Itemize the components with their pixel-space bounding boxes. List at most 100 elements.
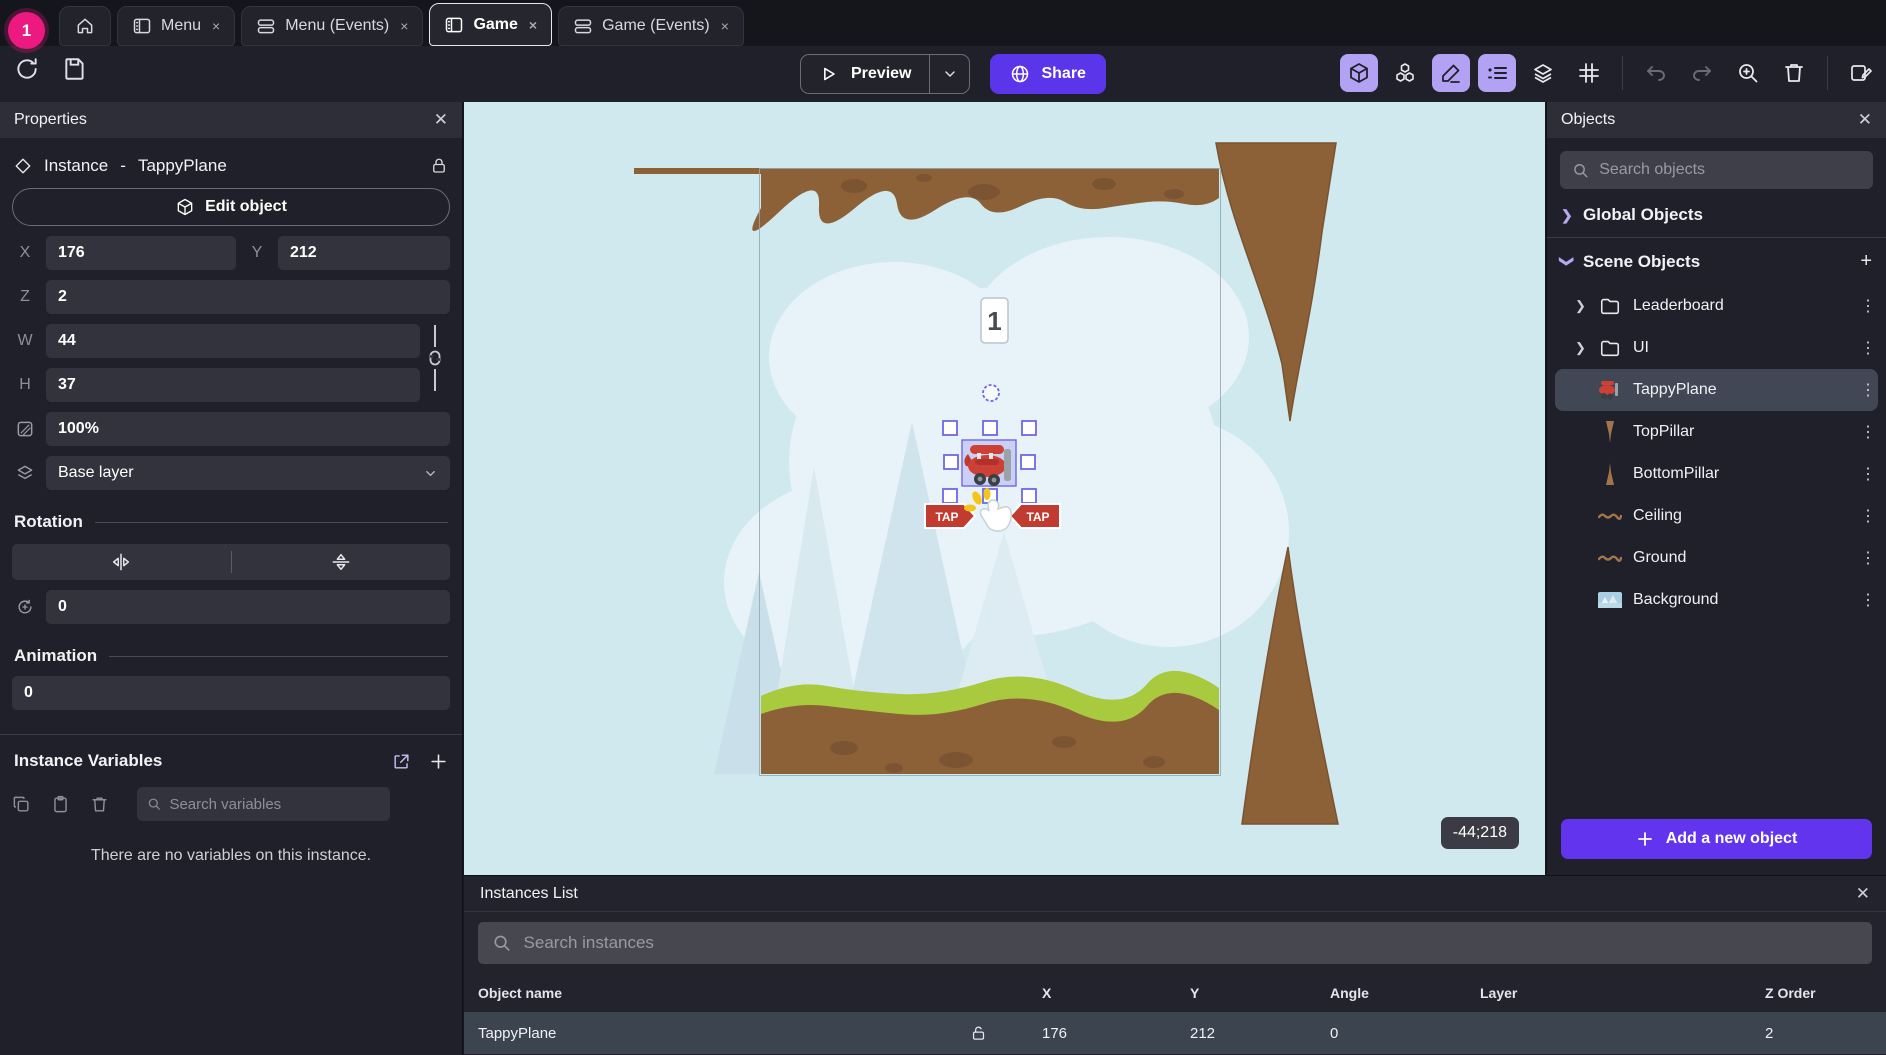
tab-home[interactable] [59,6,111,46]
y-field[interactable] [278,236,450,270]
preview-button[interactable]: Preview [800,54,970,94]
grid-button[interactable] [1570,54,1608,92]
instances-table-header: Object name X Y Angle Layer Z Order [464,974,1886,1012]
instance-name-cell: TappyPlane [478,1025,970,1042]
object-menu-button[interactable]: ⋮ [1860,380,1876,400]
save-button[interactable] [62,56,88,82]
add-new-object-button[interactable]: Add a new object [1561,819,1872,859]
tab-menu-events[interactable]: Menu (Events) × [241,6,423,46]
lock-icon [430,157,448,175]
instance-variables-title: Instance Variables [14,751,162,771]
object-menu-button[interactable]: ⋮ [1860,548,1876,568]
delete-variable-button[interactable] [90,795,109,814]
object-row-toppillar[interactable]: TopPillar ⋮ [1547,411,1886,453]
plane-thumbnail-icon [1597,379,1623,401]
col-x[interactable]: X [1042,985,1190,1001]
toolbar-separator [1622,56,1623,90]
close-objects-button[interactable]: ✕ [1858,110,1872,130]
object-menu-button[interactable]: ⋮ [1860,590,1876,610]
undo-button[interactable] [1637,54,1675,92]
unlock-icon[interactable] [970,1025,1042,1042]
global-objects-group[interactable]: ❯ Global Objects [1547,193,1886,237]
object-row-leaderboard[interactable]: ❯ Leaderboard ⋮ [1547,285,1886,327]
object-menu-button[interactable]: ⋮ [1860,464,1876,484]
object-row-tappyplane[interactable]: TappyPlane ⋮ [1555,369,1878,411]
layers-button[interactable] [1524,54,1562,92]
height-field[interactable] [46,368,420,402]
close-instances-list-button[interactable]: ✕ [1856,884,1870,904]
flip-vertical-button[interactable] [232,551,451,573]
object-menu-button[interactable]: ⋮ [1860,296,1876,316]
close-properties-button[interactable]: ✕ [434,110,448,130]
instance-diamond-icon [14,157,32,175]
scene-edit-icon [1849,61,1873,85]
flip-horizontal-button[interactable] [12,551,231,573]
tab-game[interactable]: Game × [429,3,552,46]
x-field[interactable] [46,236,236,270]
flip-vertical-icon [330,551,352,573]
layer-select[interactable] [46,456,450,490]
paste-variable-button[interactable] [51,795,70,814]
lock-instance-button[interactable] [430,157,448,175]
instances-list-title: Instances List [480,885,578,903]
add-variable-button[interactable] [429,752,448,771]
object-menu-button[interactable]: ⋮ [1860,506,1876,526]
tab-close-icon[interactable]: × [721,18,729,34]
instance-zorder-cell: 2 [1765,1025,1872,1042]
pencil-icon [1439,61,1463,85]
toggle-instances-list-button[interactable] [1478,54,1516,92]
rotation-field[interactable] [46,590,450,624]
object-row-background[interactable]: Background ⋮ [1547,579,1886,621]
z-field[interactable] [46,280,450,314]
chevron-right-icon: ❯ [1575,340,1587,356]
animation-field[interactable] [12,676,450,710]
cubes-icon [1393,61,1417,85]
chevron-down-icon: ❯ [1559,256,1576,268]
tab-close-icon[interactable]: × [400,18,408,34]
object-row-ground[interactable]: Ground ⋮ [1547,537,1886,579]
copy-variable-button[interactable] [12,795,31,814]
tab-game-events[interactable]: Game (Events) × [558,6,744,46]
edit-scene-button[interactable] [1842,54,1880,92]
object-menu-button[interactable]: ⋮ [1860,422,1876,442]
notification-badge[interactable]: 1 [8,12,45,49]
tab-close-icon[interactable]: × [529,17,537,33]
search-instances-input[interactable] [478,922,1872,964]
width-field[interactable] [46,324,420,358]
toggle-objects-panel-button[interactable] [1340,54,1378,92]
delete-button[interactable] [1775,54,1813,92]
chevron-down-icon [942,66,958,82]
edit-object-button[interactable]: Edit object [12,188,450,226]
open-variables-editor-button[interactable] [392,752,411,771]
rotation-handle[interactable] [983,385,999,401]
opacity-field[interactable] [46,412,450,446]
object-row-bottompillar[interactable]: BottomPillar ⋮ [1547,453,1886,495]
scene-objects-group[interactable]: ❯ Scene Objects + [1547,238,1886,285]
share-button[interactable]: Share [990,54,1105,94]
tab-close-icon[interactable]: × [212,18,220,34]
zoom-button[interactable] [1729,54,1767,92]
add-object-quick-button[interactable]: + [1860,250,1872,273]
preview-dropdown-button[interactable] [929,55,969,93]
object-row-ceiling[interactable]: Ceiling ⋮ [1547,495,1886,537]
link-width-height-toggle[interactable] [420,314,450,402]
col-y[interactable]: Y [1190,985,1330,1001]
redo-button[interactable] [1683,54,1721,92]
search-objects-input[interactable] [1560,151,1873,189]
instance-table-row[interactable]: TappyPlane 176 212 0 2 [464,1012,1886,1054]
external-link-icon [392,752,411,771]
tab-menu[interactable]: Menu × [117,6,235,46]
object-groups-button[interactable] [1386,54,1424,92]
chevron-down-icon [423,466,438,481]
object-row-ui[interactable]: ❯ UI ⋮ [1547,327,1886,369]
col-layer[interactable]: Layer [1480,985,1765,1001]
instances-list-icon [1485,61,1509,85]
scene-canvas[interactable]: 1 [464,102,1545,875]
col-object-name[interactable]: Object name [478,985,970,1001]
refresh-button[interactable] [14,56,40,82]
col-angle[interactable]: Angle [1330,985,1480,1001]
toggle-properties-button[interactable] [1432,54,1470,92]
search-variables-input[interactable] [137,787,390,821]
col-z-order[interactable]: Z Order [1765,985,1872,1001]
object-menu-button[interactable]: ⋮ [1860,338,1876,358]
